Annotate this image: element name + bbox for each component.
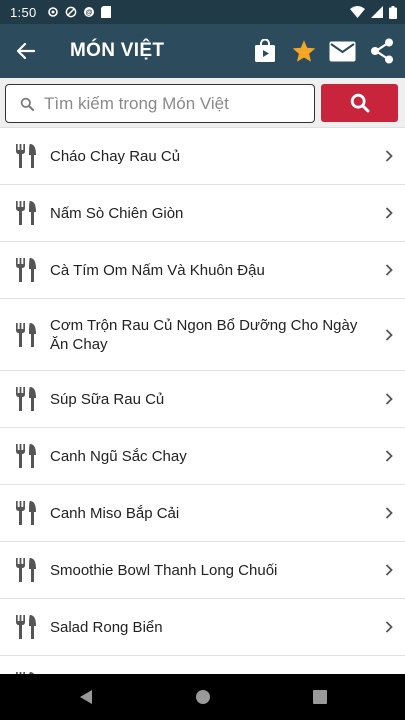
list-item-label: Súp Sữa Rau Củ <box>50 390 165 408</box>
do-not-disturb-icon <box>65 6 76 18</box>
list-item-label: Canh Ngũ Sắc Chay <box>50 447 187 465</box>
fork-knife-icon <box>0 200 50 226</box>
chevron-right-icon <box>373 621 405 633</box>
triangle-back-icon <box>79 690 92 704</box>
search-icon <box>350 93 369 113</box>
fork-knife-icon <box>0 386 50 412</box>
sd-card-icon <box>100 6 111 18</box>
fork-knife-icon <box>0 557 50 583</box>
chevron-right-icon <box>373 207 405 219</box>
search-icon <box>20 97 34 111</box>
search-input[interactable] <box>44 93 294 114</box>
chevron-right-icon <box>373 450 405 462</box>
fork-knife-icon <box>0 322 50 348</box>
chevron-right-icon <box>373 264 405 276</box>
list-item-label: Cháo Chay Rau Củ <box>50 147 181 165</box>
fork-knife-icon <box>0 443 50 469</box>
recipe-list: Cháo Chay Rau Củ Nấm Sò Chiên Giòn Cà Tí… <box>0 128 405 674</box>
search-button[interactable] <box>321 84 398 122</box>
search-area <box>0 78 405 128</box>
sync-icon: @ <box>83 7 94 17</box>
share-button[interactable] <box>362 24 401 78</box>
fork-knife-icon <box>0 614 50 640</box>
status-time: 1:50 <box>10 4 37 20</box>
envelope-icon <box>329 41 356 61</box>
list-item[interactable]: Cháo Chay Rau Củ <box>0 128 405 185</box>
chevron-right-icon <box>373 150 405 162</box>
chevron-right-icon <box>373 564 405 576</box>
chevron-right-icon <box>373 507 405 519</box>
signal-icon <box>371 6 383 18</box>
square-recents-icon <box>312 690 327 704</box>
email-button[interactable] <box>323 24 362 78</box>
list-item[interactable]: Salad Rong Biển <box>0 599 405 656</box>
search-box <box>5 84 315 123</box>
list-item[interactable]: Canh Ngũ Sắc Chay <box>0 428 405 485</box>
list-item-label: Cơm Trộn Rau Củ Ngon Bổ Dưỡng Cho Ngày Ă… <box>50 316 358 353</box>
list-item-label: Smoothie Bowl Thanh Long Chuối <box>50 561 278 579</box>
battery-icon <box>389 5 397 19</box>
list-item[interactable]: Cơm Trộn Rau Củ Ngon Bổ Dưỡng Cho Ngày Ă… <box>0 299 405 371</box>
nav-back-button[interactable] <box>27 674 144 720</box>
svg-text:@: @ <box>85 10 92 17</box>
list-item-label: Salad Rong Biển <box>50 618 163 636</box>
chevron-right-icon <box>373 328 405 341</box>
settings-icon <box>47 7 58 17</box>
star-icon <box>292 39 315 62</box>
list-item[interactable]: Súp Sữa Rau Củ <box>0 371 405 428</box>
list-item[interactable]: Cà Tím Om Nấm Và Khuôn Đậu <box>0 242 405 299</box>
play-store-button[interactable] <box>245 24 284 78</box>
fork-knife-icon <box>0 500 50 526</box>
chevron-right-icon <box>373 393 405 405</box>
favorite-button[interactable] <box>284 24 323 78</box>
wifi-icon <box>350 6 365 18</box>
back-button[interactable] <box>0 24 52 78</box>
arrow-left-icon <box>17 43 35 59</box>
nav-recents-button[interactable] <box>261 674 378 720</box>
list-item-label: Cà Tím Om Nấm Và Khuôn Đậu <box>50 261 265 279</box>
list-item[interactable] <box>0 656 405 674</box>
page-title: MÓN VIỆT <box>70 40 165 61</box>
system-nav-bar <box>0 674 405 720</box>
nav-home-button[interactable] <box>144 674 261 720</box>
list-item[interactable]: Canh Miso Bắp Cải <box>0 485 405 542</box>
app-bar: MÓN VIỆT <box>0 24 405 78</box>
circle-home-icon <box>195 690 210 704</box>
fork-knife-icon <box>0 143 50 169</box>
list-item-label: Canh Miso Bắp Cải <box>50 504 180 522</box>
share-icon <box>370 38 393 64</box>
list-item[interactable]: Nấm Sò Chiên Giòn <box>0 185 405 242</box>
shopping-bag-icon <box>254 39 275 62</box>
list-item-label: Nấm Sò Chiên Giòn <box>50 204 184 222</box>
list-item[interactable]: Smoothie Bowl Thanh Long Chuối <box>0 542 405 599</box>
fork-knife-icon <box>0 257 50 283</box>
status-bar: 1:50 @ <box>0 0 405 24</box>
app-actions <box>245 24 401 78</box>
